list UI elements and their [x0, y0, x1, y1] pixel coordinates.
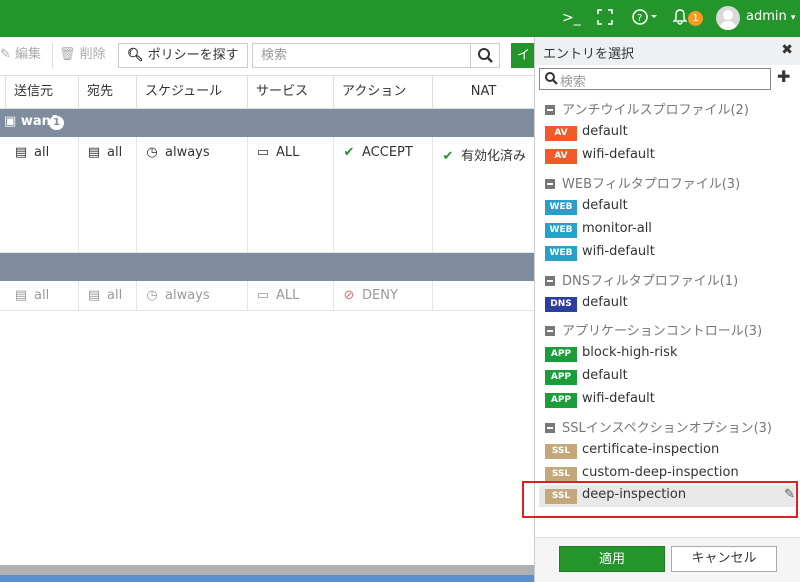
col-service[interactable]: サービス: [248, 76, 334, 108]
check-icon: ✔: [343, 145, 355, 160]
table-row[interactable]: ▤ all ▤ all ◷ always ▭ ALL ✔ ACCEPT ✔ 有効化済み: [0, 137, 534, 253]
dns-tag: DNS: [545, 297, 577, 312]
close-icon[interactable]: ✖: [781, 42, 793, 58]
table-header: 送信元 宛先 スケジュール サービス アクション NAT: [0, 75, 534, 109]
address-icon: ▤: [87, 288, 101, 303]
app-tag: APP: [545, 370, 577, 385]
list-item[interactable]: WEB default: [545, 196, 795, 218]
schedule-icon: ◷: [146, 288, 158, 303]
col-action[interactable]: アクション: [334, 76, 433, 108]
category-web-filter[interactable]: WEBフィルタプロファイル(3): [545, 173, 740, 192]
list-item[interactable]: AV default: [545, 122, 795, 144]
col-nat[interactable]: NAT: [433, 76, 534, 108]
collapse-icon: [545, 276, 555, 286]
deny-icon: ⊘: [343, 288, 355, 303]
help-icon[interactable]: ?: [632, 8, 658, 28]
list-item[interactable]: APP block-high-risk: [545, 343, 795, 365]
col-source[interactable]: 送信元: [6, 76, 79, 108]
web-tag: WEB: [545, 200, 577, 215]
apply-button[interactable]: 適用: [559, 546, 665, 572]
user-menu[interactable]: admin ▾: [746, 9, 795, 24]
search-icon: 🔍︎: [127, 48, 144, 63]
cell-nat: ✔ 有効化済み: [442, 149, 527, 164]
collapse-icon: [545, 326, 555, 336]
category-dns-filter[interactable]: DNSフィルタプロファイル(1): [545, 270, 738, 289]
trash-icon: 🗑: [59, 47, 76, 62]
list-item[interactable]: AV wifi-default: [545, 145, 795, 167]
category-antivirus[interactable]: アンチウイルスプロファイル(2): [545, 99, 749, 118]
svg-text:?: ?: [637, 13, 642, 24]
top-bar: >_ ? 1 admin ▾: [0, 0, 800, 37]
cli-icon[interactable]: >_: [562, 8, 581, 28]
av-tag: AV: [545, 149, 577, 164]
address-icon: ▤: [14, 288, 28, 303]
group-header-implicit[interactable]: [0, 253, 534, 281]
address-icon: ▤: [87, 145, 101, 160]
fullscreen-icon[interactable]: [597, 8, 613, 28]
av-tag: AV: [545, 126, 577, 141]
group-header-wan1[interactable]: ▣ wan1 1: [0, 109, 534, 137]
search-input[interactable]: 検索: [252, 43, 471, 68]
cancel-button[interactable]: キャンセル: [671, 546, 777, 572]
category-application-control[interactable]: アプリケーションコントロール(3): [545, 320, 762, 339]
collapse-icon: [545, 179, 555, 189]
cell-source: ▤ all: [0, 137, 79, 252]
delete-button[interactable]: 🗑 削除: [52, 43, 106, 68]
list-item[interactable]: SSL certificate-inspection: [545, 440, 795, 462]
cell-action: ✔ ACCEPT: [334, 137, 433, 252]
service-icon: ▭: [256, 145, 270, 160]
app-tag: APP: [545, 347, 577, 362]
horizontal-scrollbar[interactable]: [0, 565, 534, 582]
category-ssl-inspection[interactable]: SSLインスペクションオプション(3): [545, 417, 772, 436]
col-destination[interactable]: 宛先: [79, 76, 137, 108]
create-button[interactable]: イ: [511, 43, 534, 68]
notification-badge: 1: [688, 11, 703, 26]
panel-header: エントリを選択 ✖: [535, 37, 800, 65]
highlight-box: [522, 481, 798, 518]
panel-search-input[interactable]: 検索: [539, 68, 771, 90]
check-circle-icon: ✔: [442, 149, 454, 164]
cell-destination: ▤ all: [79, 281, 137, 310]
list-item[interactable]: WEB wifi-default: [545, 242, 795, 264]
group-count-badge: 1: [49, 116, 64, 130]
cell-destination: ▤ all: [79, 137, 137, 252]
cell-source: ▤ all: [0, 281, 79, 310]
panel-footer: 適用 キャンセル: [535, 537, 800, 582]
pencil-icon: ✎: [0, 47, 11, 62]
add-icon[interactable]: ✚: [777, 67, 790, 86]
ssl-tag: SSL: [545, 467, 577, 482]
table-row[interactable]: ▤ all ▤ all ◷ always ▭ ALL ⊘ DENY: [0, 281, 534, 311]
cell-schedule: ◷ always: [137, 137, 248, 252]
bell-icon[interactable]: [672, 8, 688, 28]
find-policy-button[interactable]: 🔍︎ ポリシーを探す: [118, 43, 248, 68]
avatar[interactable]: [716, 6, 740, 30]
address-icon: ▤: [14, 145, 28, 160]
list-item[interactable]: WEB monitor-all: [545, 219, 795, 241]
collapse-icon: [545, 423, 555, 433]
cell-service: ▭ ALL: [248, 281, 334, 310]
panel-title: エントリを選択: [543, 47, 635, 62]
cell-service: ▭ ALL: [248, 137, 334, 252]
list-item[interactable]: APP wifi-default: [545, 389, 795, 411]
cell-schedule: ◷ always: [137, 281, 248, 310]
ssl-tag: SSL: [545, 444, 577, 459]
list-item[interactable]: APP default: [545, 366, 795, 388]
cell-action: ⊘ DENY: [334, 281, 433, 310]
col-schedule[interactable]: スケジュール: [137, 76, 248, 108]
service-icon: ▭: [256, 288, 270, 303]
list-item[interactable]: DNS default: [545, 293, 795, 315]
app-tag: APP: [545, 393, 577, 408]
collapse-icon: [545, 105, 555, 115]
edit-button[interactable]: ✎ 編集: [0, 43, 41, 68]
web-tag: WEB: [545, 246, 577, 261]
schedule-icon: ◷: [146, 145, 158, 160]
web-tag: WEB: [545, 223, 577, 238]
search-button[interactable]: [470, 43, 500, 68]
search-icon: [544, 71, 558, 89]
